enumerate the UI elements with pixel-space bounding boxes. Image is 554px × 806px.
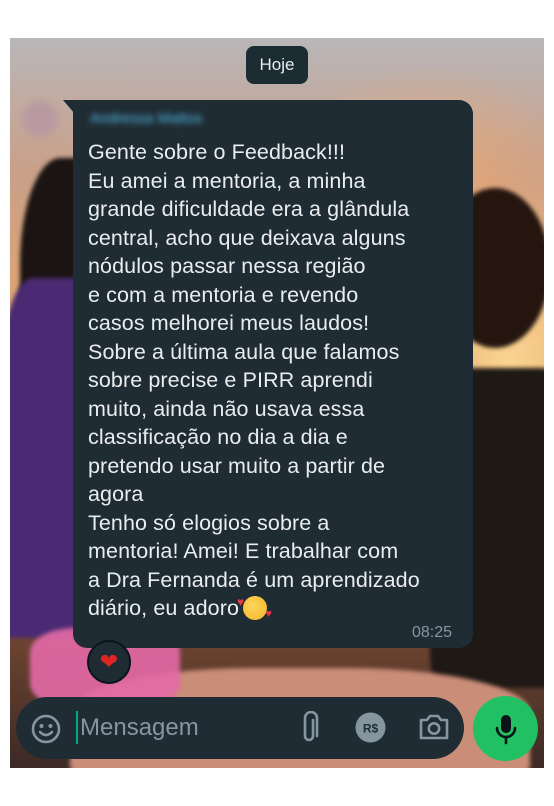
text-cursor xyxy=(76,711,78,744)
message-input[interactable]: Mensagem xyxy=(80,713,199,743)
message-reaction[interactable]: ❤ xyxy=(87,640,131,684)
emoji-icon[interactable] xyxy=(30,713,62,745)
date-divider: Hoje xyxy=(246,46,308,84)
message-body: Gente sobre o Feedback!!! Eu amei a ment… xyxy=(88,140,420,620)
camera-icon[interactable] xyxy=(417,712,451,742)
svg-text:R$: R$ xyxy=(363,722,379,736)
paperclip-icon[interactable] xyxy=(297,711,321,745)
smiling-face-with-hearts-icon xyxy=(237,588,272,629)
message-timestamp: 08:25 xyxy=(412,624,453,641)
payment-icon[interactable]: R$ xyxy=(354,711,387,744)
microphone-icon xyxy=(495,714,516,744)
message-text: Gente sobre o Feedback!!! Eu amei a ment… xyxy=(88,138,473,629)
heart-icon: ❤ xyxy=(99,649,119,674)
sender-name[interactable]: Andressa Mattos xyxy=(90,110,260,130)
mic-button[interactable] xyxy=(473,696,538,761)
sender-avatar[interactable] xyxy=(22,101,58,137)
